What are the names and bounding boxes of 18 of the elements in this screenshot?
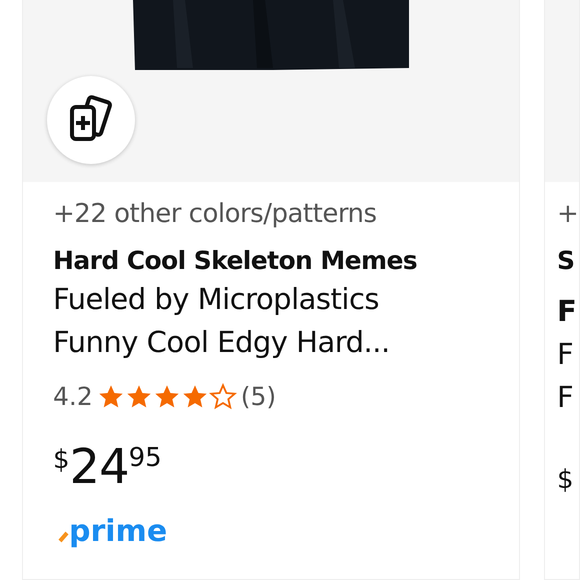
product-title[interactable]: Funny Cool Edgy Hard... (53, 321, 519, 364)
brand-name: Hard Cool Skeleton Memes (53, 245, 418, 277)
review-count: (5) (240, 382, 276, 411)
price-whole: 24 (70, 439, 129, 495)
star-icon (208, 382, 237, 410)
product-title[interactable]: Fueled by Microplastics (53, 278, 519, 321)
prime-logo: prime (69, 517, 168, 547)
colors-note: +22 other colors/patterns (53, 198, 378, 231)
colors-note: + (557, 198, 579, 231)
price-currency: $ (53, 445, 70, 475)
price-currency: $ (557, 465, 574, 495)
brand-name: S (557, 245, 576, 277)
product-title[interactable]: F (557, 376, 579, 419)
price-fraction: 95 (128, 443, 162, 473)
product-title[interactable]: F (557, 333, 579, 376)
compare-button[interactable] (47, 76, 135, 164)
product-title[interactable]: F (557, 290, 579, 333)
rating-value: 4.2 (53, 382, 93, 411)
